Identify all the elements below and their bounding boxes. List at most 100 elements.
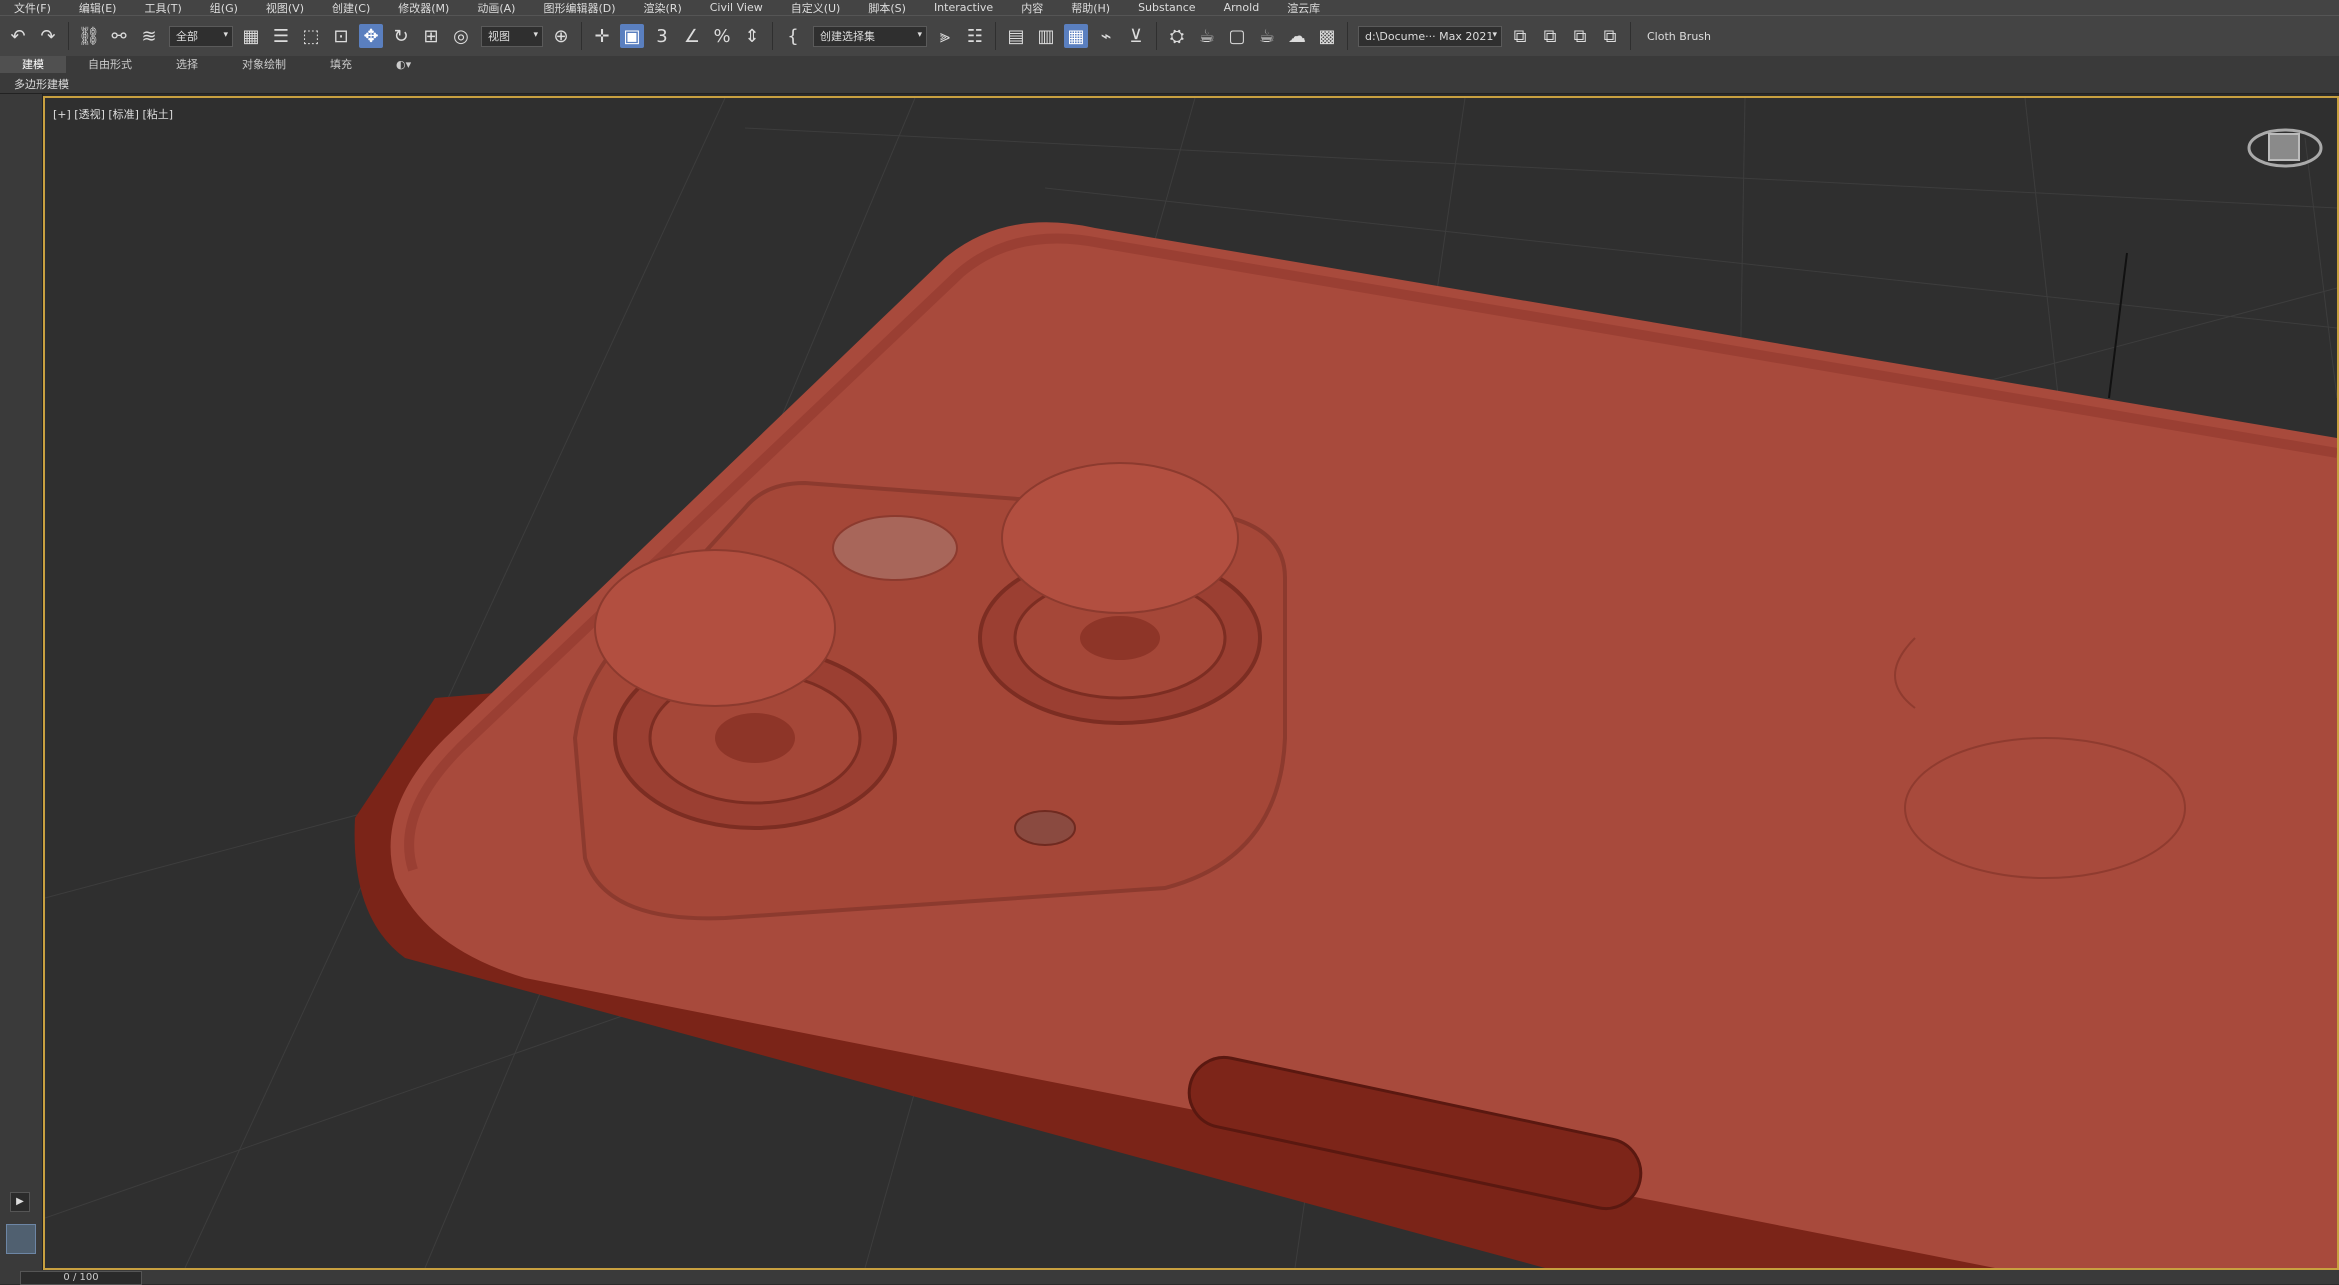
status-bar: 0 / 100 <box>0 1270 2339 1285</box>
toggle-ribbon-icon[interactable]: ▦ <box>1064 24 1088 48</box>
curve-editor-icon[interactable]: ⌁ <box>1094 24 1118 48</box>
menu-civil-view[interactable]: Civil View <box>710 1 763 14</box>
project-open-icon[interactable]: ⧉ <box>1538 24 1562 48</box>
named-selection-value: 创建选择集 <box>820 30 875 43</box>
toolbar-divider <box>1630 22 1631 50</box>
angle-snap-icon[interactable]: ∠ <box>680 24 704 48</box>
tab-modeling[interactable]: 建模 <box>0 56 66 73</box>
material-editor-icon[interactable]: ⛭ <box>1165 24 1189 48</box>
select-manipulate-icon[interactable]: ✛ <box>590 24 614 48</box>
ribbon-options-toggle[interactable]: ◐▾ <box>374 56 433 73</box>
align-icon[interactable]: ☷ <box>963 24 987 48</box>
chevron-down-icon: ▾ <box>533 29 538 40</box>
chevron-down-icon: ▾ <box>1492 29 1497 40</box>
render-setup-icon[interactable]: ☕ <box>1195 24 1219 48</box>
select-and-move-icon[interactable]: ✥ <box>359 24 383 48</box>
scene-explorer-icon[interactable]: ▤ <box>1004 24 1028 48</box>
menu-edit[interactable]: 编辑(E) <box>79 0 117 16</box>
lens-cap-right[interactable] <box>1001 462 1239 614</box>
tab-freeform[interactable]: 自由形式 <box>66 56 154 73</box>
time-slider-value: 0 / 100 <box>63 1272 99 1283</box>
menu-content[interactable]: 内容 <box>1021 0 1043 16</box>
polygon-modeling-label[interactable]: 多边形建模 <box>14 76 69 92</box>
named-selection-dropdown[interactable]: 创建选择集 ▾ <box>813 25 927 47</box>
rect-selection-region-icon[interactable]: ⬚ <box>299 24 323 48</box>
menu-rendering[interactable]: 渲染(R) <box>644 0 682 16</box>
undo-icon[interactable]: ↶ <box>6 24 30 48</box>
grid-layout-icon[interactable]: ▩ <box>1315 24 1339 48</box>
toolbar-divider <box>581 22 582 50</box>
project-path-dropdown[interactable]: d:\Docume··· Max 2021 ▾ <box>1358 25 1502 47</box>
menu-file[interactable]: 文件(F) <box>14 0 51 16</box>
project-path-value: d:\Docume··· Max 2021 <box>1365 29 1494 43</box>
menu-graph-editors[interactable]: 图形编辑器(D) <box>543 0 615 16</box>
keyboard-shortcut-override-icon[interactable]: ▣ <box>620 24 644 48</box>
main-toolbar: ↶ ↷ ⛓ ⚯ ≋ 全部 ▾ ▦ ☰ ⬚ ⊡ ✥ ↻ ⊞ ◎ 视图 ▾ ⊕ ✛ ▣ … <box>0 15 2339 57</box>
world-axis-line <box>2108 252 2128 399</box>
chevron-down-icon: ▾ <box>917 29 922 40</box>
menu-modifiers[interactable]: 修改器(M) <box>398 0 449 16</box>
time-slider[interactable]: 0 / 100 <box>20 1271 142 1285</box>
render-in-cloud-icon[interactable]: ☁ <box>1285 24 1309 48</box>
toolbar-divider <box>1347 22 1348 50</box>
toolbar-divider <box>68 22 69 50</box>
flash-icon <box>832 515 958 581</box>
schematic-view-icon[interactable]: ⊻ <box>1124 24 1148 48</box>
menu-view[interactable]: 视图(V) <box>266 0 304 16</box>
menu-group[interactable]: 组(G) <box>210 0 238 16</box>
unlink-icon[interactable]: ⚯ <box>107 24 131 48</box>
menu-substance[interactable]: Substance <box>1138 1 1196 14</box>
tab-populate[interactable]: 填充 <box>308 56 374 73</box>
snaps-toggle-icon[interactable]: 3 <box>650 24 674 48</box>
menu-scripting[interactable]: 脚本(S) <box>868 0 906 16</box>
selection-filter-value: 全部 <box>176 30 198 43</box>
rendered-frame-window-icon[interactable]: ▢ <box>1225 24 1249 48</box>
microphone-grille <box>1014 810 1076 846</box>
select-object-icon[interactable]: ▦ <box>239 24 263 48</box>
tab-object-paint[interactable]: 对象绘制 <box>220 56 308 73</box>
chevron-down-icon: ▾ <box>223 29 228 40</box>
select-and-place-icon[interactable]: ◎ <box>449 24 473 48</box>
bind-space-warp-icon[interactable]: ≋ <box>137 24 161 48</box>
reference-coordinate-dropdown[interactable]: 视图 ▾ <box>481 25 543 47</box>
redo-icon[interactable]: ↷ <box>36 24 60 48</box>
left-panel: ▶ <box>0 94 43 1270</box>
menu-tools[interactable]: 工具(T) <box>144 0 181 16</box>
select-and-rotate-icon[interactable]: ↻ <box>389 24 413 48</box>
menu-create[interactable]: 创建(C) <box>332 0 370 16</box>
cloth-brush-label[interactable]: Cloth Brush <box>1641 27 1717 46</box>
project-settings-icon[interactable]: ⧉ <box>1598 24 1622 48</box>
menu-render-cloud[interactable]: 渲云库 <box>1287 0 1320 16</box>
menu-arnold[interactable]: Arnold <box>1224 1 1260 14</box>
menu-interactive[interactable]: Interactive <box>934 1 993 14</box>
reference-coordinate-value: 视图 <box>488 30 510 43</box>
pivot-center-icon[interactable]: ⊕ <box>549 24 573 48</box>
menu-help[interactable]: 帮助(H) <box>1071 0 1110 16</box>
percent-snap-icon[interactable]: % <box>710 24 734 48</box>
project-save-icon[interactable]: ⧉ <box>1568 24 1592 48</box>
toolbar-divider <box>1156 22 1157 50</box>
selection-filter-dropdown[interactable]: 全部 ▾ <box>169 25 233 47</box>
play-icon[interactable]: ▶ <box>10 1192 30 1212</box>
viewport-layout-icon[interactable] <box>6 1224 36 1254</box>
spinner-snap-icon[interactable]: ⇕ <box>740 24 764 48</box>
select-by-name-icon[interactable]: ☰ <box>269 24 293 48</box>
edit-named-selection-icon[interactable]: { <box>781 24 805 48</box>
mirror-icon[interactable]: ⫸ <box>933 24 957 48</box>
menu-bar: 文件(F) 编辑(E) 工具(T) 组(G) 视图(V) 创建(C) 修改器(M… <box>0 0 2339 15</box>
menu-customize[interactable]: 自定义(U) <box>791 0 841 16</box>
cloth-brush-text: Cloth Brush <box>1647 29 1711 43</box>
viewport-scene <box>45 98 2337 1268</box>
perspective-viewport[interactable]: [+] [透视] [标准] [粘土] <box>43 96 2339 1270</box>
layer-explorer-icon[interactable]: ▥ <box>1034 24 1058 48</box>
menu-animation[interactable]: 动画(A) <box>477 0 515 16</box>
viewcube-icon[interactable] <box>2245 118 2325 178</box>
window-crossing-icon[interactable]: ⊡ <box>329 24 353 48</box>
tab-selection[interactable]: 选择 <box>154 56 220 73</box>
select-and-scale-icon[interactable]: ⊞ <box>419 24 443 48</box>
render-production-icon[interactable]: ☕ <box>1255 24 1279 48</box>
project-folder-icon[interactable]: ⧉ <box>1508 24 1532 48</box>
toolbar-divider <box>772 22 773 50</box>
lens-cap-left[interactable] <box>594 549 836 707</box>
link-icon[interactable]: ⛓ <box>77 24 101 48</box>
